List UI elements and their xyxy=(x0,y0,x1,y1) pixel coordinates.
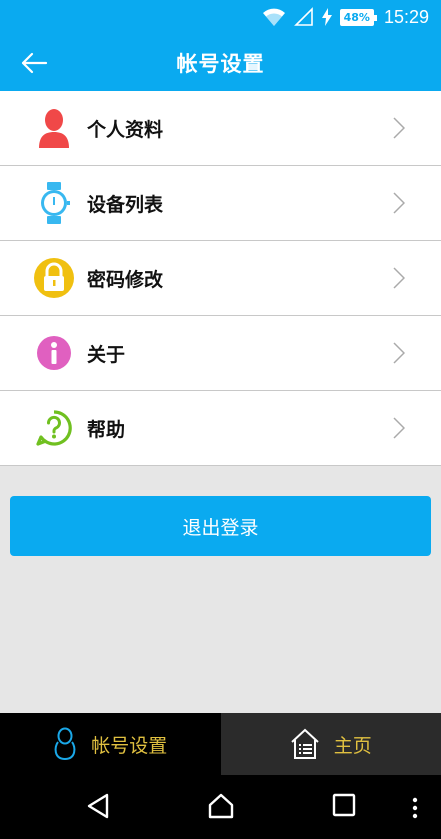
menu-item-label: 帮助 xyxy=(87,418,126,441)
tab-home[interactable]: 主页 xyxy=(220,713,441,775)
chevron-right-icon xyxy=(393,417,406,443)
menu-item-label: 设备列表 xyxy=(87,193,164,216)
battery-indicator: 48% xyxy=(339,8,378,26)
back-button[interactable] xyxy=(14,44,54,82)
tab-label: 主页 xyxy=(333,734,372,757)
info-icon xyxy=(32,331,76,375)
menu-item-label: 密码修改 xyxy=(87,268,164,291)
back-triangle-icon[interactable] xyxy=(86,793,110,823)
arrow-left-icon xyxy=(21,52,48,74)
menu-item-label: 个人资料 xyxy=(87,118,164,141)
chevron-right-icon xyxy=(393,267,406,293)
tab-label: 帐号设置 xyxy=(91,734,168,757)
system-navigation-bar xyxy=(0,775,441,839)
account-icon xyxy=(53,727,77,761)
help-icon xyxy=(32,406,76,450)
tab-account-settings[interactable]: 帐号设置 xyxy=(0,713,221,775)
chevron-right-icon xyxy=(393,192,406,218)
logout-button[interactable]: 退出登录 xyxy=(10,496,431,556)
settings-menu: 个人资料 设备列表 密码修改 关于 帮助 xyxy=(0,91,441,466)
menu-item-label: 关于 xyxy=(87,343,126,366)
menu-item-about[interactable]: 关于 xyxy=(0,316,441,391)
wifi-icon xyxy=(262,7,286,27)
chevron-right-icon xyxy=(393,342,406,368)
app-bar: 帐号设置 xyxy=(0,34,441,91)
menu-item-profile[interactable]: 个人资料 xyxy=(0,91,441,166)
chevron-right-icon xyxy=(393,117,406,143)
menu-item-help[interactable]: 帮助 xyxy=(0,391,441,466)
home-nav-icon[interactable] xyxy=(207,793,235,823)
clock: 15:29 xyxy=(383,6,429,27)
charging-icon xyxy=(321,8,332,26)
recents-icon[interactable] xyxy=(332,793,356,821)
person-icon xyxy=(32,106,76,150)
bottom-tab-bar: 帐号设置 主页 xyxy=(0,713,441,775)
more-vertical-icon[interactable] xyxy=(412,797,418,823)
page-title: 帐号设置 xyxy=(176,51,265,76)
menu-item-password[interactable]: 密码修改 xyxy=(0,241,441,316)
menu-item-devices[interactable]: 设备列表 xyxy=(0,166,441,241)
home-icon xyxy=(290,728,320,760)
status-bar: 48% 15:29 xyxy=(0,0,441,34)
lock-icon xyxy=(32,256,76,300)
signal-icon xyxy=(293,7,314,27)
watch-icon xyxy=(32,181,76,225)
